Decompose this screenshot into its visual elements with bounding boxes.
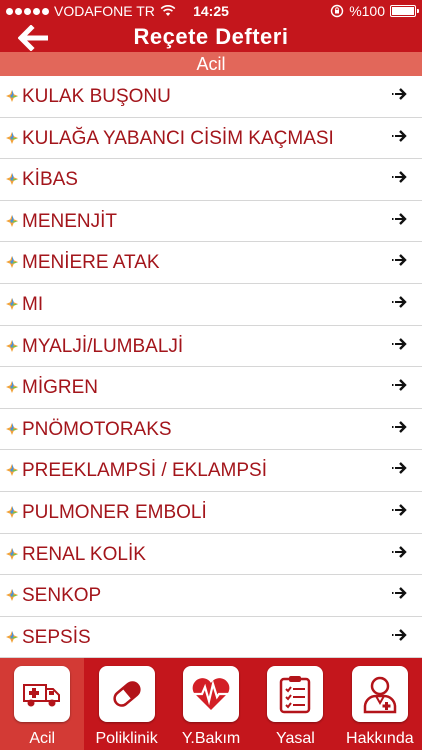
tab-bar: Acil Poliklinik Y.Bakım Yasal Hakkında	[0, 658, 422, 750]
bullet-icon	[6, 214, 18, 227]
bullet-icon	[6, 90, 18, 102]
list-item[interactable]: MYALJİ/LUMBALJİ	[0, 325, 422, 368]
list-item-label: SEPSİS	[22, 626, 91, 648]
list-item-label: KULAK BUŞONU	[22, 86, 171, 107]
list-item-label: MİGREN	[22, 377, 98, 399]
bullet-icon	[6, 256, 18, 269]
doctor-icon	[363, 676, 397, 714]
list-item[interactable]: SENKOP	[0, 575, 422, 617]
battery-icon	[390, 5, 419, 17]
bullet-icon	[6, 339, 18, 352]
bullet-icon	[6, 131, 18, 144]
tab-acil[interactable]: Acil	[0, 658, 85, 750]
heart-monitor-icon	[192, 678, 231, 710]
orientation-lock-icon	[330, 4, 344, 18]
bullet-icon	[6, 589, 18, 602]
list-item-label: RENAL KOLİK	[22, 543, 146, 565]
bullet-icon	[6, 630, 18, 643]
section-header: Acil	[0, 52, 422, 76]
tab-label: Poliklinik	[95, 730, 158, 747]
bullet-icon	[6, 422, 18, 435]
tab-y-bakim[interactable]: Y.Bakım	[169, 658, 253, 750]
navigation-bar: Reçete Defteri	[0, 22, 422, 52]
chevron-right-icon	[392, 420, 407, 433]
list-item-label: SENKOP	[22, 585, 102, 607]
list-item[interactable]: PNÖMOTORAKS	[0, 408, 422, 451]
tab-hakkinda[interactable]: Hakkında	[338, 658, 422, 750]
list-item[interactable]: SEPSİS	[0, 616, 422, 658]
list-item[interactable]: KULAĞA YABANCI CİSİM KAÇMASI	[0, 117, 422, 160]
bullet-icon	[6, 547, 18, 560]
tab-label: Hakkında	[346, 730, 414, 747]
chevron-right-icon	[392, 212, 407, 225]
chevron-right-icon	[392, 254, 407, 267]
pill-icon	[112, 681, 141, 707]
list-item-label: MYALJİ/LUMBALJİ	[22, 335, 184, 357]
protocol-list: KULAK BUŞONU KULAĞA YABANCI CİSİM KAÇMAS…	[0, 76, 422, 658]
status-bar: VODAFONE TR 14:25 %100	[0, 0, 422, 22]
chevron-right-icon	[392, 337, 407, 350]
chevron-right-icon	[392, 296, 407, 308]
list-item-label: KULAĞA YABANCI CİSİM KAÇMASI	[22, 127, 334, 149]
bullet-icon	[6, 464, 18, 477]
list-item[interactable]: MİGREN	[0, 367, 422, 409]
list-item-label: MENİERE ATAK	[22, 252, 160, 274]
tab-label: Y.Bakım	[181, 730, 241, 747]
status-right: %100	[330, 3, 419, 19]
bullet-icon	[6, 173, 18, 186]
list-item[interactable]: KİBAS	[0, 159, 422, 201]
bullet-icon	[6, 505, 18, 518]
list-item[interactable]: KULAK BUŞONU	[0, 76, 422, 118]
tab-label: Acil	[29, 730, 56, 747]
chevron-right-icon	[392, 379, 407, 392]
list-item[interactable]: MENENJİT	[0, 200, 422, 243]
clipboard-checklist-icon	[280, 676, 311, 714]
list-item-label: PNÖMOTORAKS	[22, 418, 172, 440]
list-item-label: PULMONER EMBOLİ	[22, 501, 207, 523]
list-item[interactable]: PREEKLAMPSİ / EKLAMPSİ	[0, 450, 422, 492]
chevron-right-icon	[392, 628, 407, 641]
battery-fill	[392, 7, 414, 15]
battery-percent: %100	[349, 3, 385, 19]
ambulance-icon	[23, 684, 61, 707]
tab-poliklinik[interactable]: Poliklinik	[84, 658, 168, 750]
tab-label: Yasal	[276, 730, 315, 747]
list-item-label: MI	[22, 293, 44, 315]
chevron-right-icon	[392, 504, 407, 516]
tab-yasal[interactable]: Yasal	[253, 658, 337, 750]
chevron-right-icon	[392, 462, 407, 475]
list-item-label: KİBAS	[22, 169, 78, 191]
list-item[interactable]: PULMONER EMBOLİ	[0, 491, 422, 534]
bullet-icon	[6, 381, 18, 394]
list-item-label: PREEKLAMPSİ / EKLAMPSİ	[22, 460, 267, 482]
chevron-right-icon	[392, 129, 407, 142]
list-item[interactable]: MI	[0, 283, 422, 326]
chevron-right-icon	[392, 545, 407, 558]
chevron-right-icon	[392, 88, 407, 100]
list-item-label: MENENJİT	[22, 210, 117, 232]
page-title: Reçete Defteri	[133, 24, 289, 49]
list-item[interactable]: RENAL KOLİK	[0, 533, 422, 576]
chevron-right-icon	[392, 171, 407, 184]
bullet-icon	[6, 297, 18, 310]
list-item[interactable]: MENİERE ATAK	[0, 242, 422, 284]
chevron-right-icon	[392, 587, 407, 599]
